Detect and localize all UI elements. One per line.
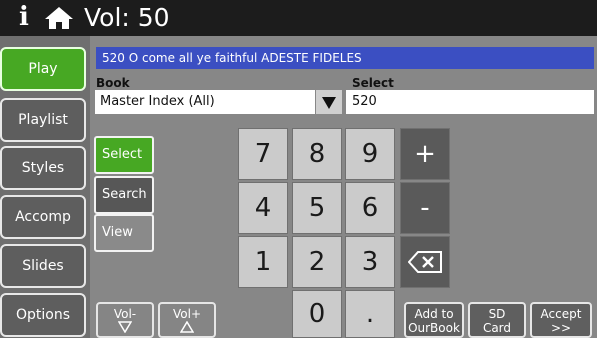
chevron-down-icon: [322, 97, 336, 109]
volume-up-label: Vol+: [172, 307, 201, 321]
key-3[interactable]: 3: [345, 236, 395, 288]
key-2[interactable]: 2: [292, 236, 342, 288]
dropdown-button[interactable]: [316, 90, 342, 114]
key-6[interactable]: 6: [345, 182, 395, 234]
sidebar-options[interactable]: Options: [0, 293, 86, 337]
add-to-label: Add to: [414, 307, 454, 321]
volume-readout: Vol: 50: [84, 3, 170, 32]
home-icon[interactable]: [44, 6, 74, 30]
key-minus[interactable]: -: [400, 182, 450, 234]
triangle-up-icon: [179, 320, 195, 333]
sidebar-playlist[interactable]: Playlist: [0, 98, 86, 142]
mode-search-button[interactable]: Search: [94, 176, 154, 214]
volume-down-button[interactable]: Vol-: [96, 302, 154, 338]
mode-select-button[interactable]: Select: [94, 136, 154, 174]
current-hymn-banner: 520 O come all ye faithful ADESTE FIDELE…: [96, 47, 594, 69]
triangle-down-icon: [117, 321, 133, 334]
volume-up-button[interactable]: Vol+: [158, 302, 216, 338]
sidebar-play[interactable]: Play: [0, 47, 86, 91]
backspace-key[interactable]: [400, 236, 450, 288]
accept-button[interactable]: Accept >>: [530, 302, 592, 338]
select-label: Select: [352, 76, 394, 90]
key-8[interactable]: 8: [292, 128, 342, 180]
key-dot[interactable]: .: [345, 290, 395, 338]
sidebar-accomp[interactable]: Accomp: [0, 195, 86, 239]
add-to-ourbook-button[interactable]: Add to OurBook: [404, 302, 464, 338]
select-field[interactable]: 520: [346, 90, 594, 114]
sd-card-button[interactable]: SD Card: [468, 302, 526, 338]
sd-label: SD: [488, 307, 506, 321]
backspace-icon: [408, 251, 442, 273]
top-bar: i Vol: 50: [0, 0, 597, 36]
sidebar: Play Playlist Styles Accomp Slides Optio…: [0, 36, 90, 338]
key-plus[interactable]: +: [400, 128, 450, 180]
info-icon[interactable]: i: [14, 2, 34, 32]
sidebar-slides[interactable]: Slides: [0, 244, 86, 288]
sidebar-styles[interactable]: Styles: [0, 146, 86, 190]
book-dropdown[interactable]: Master Index (All): [95, 90, 315, 114]
card-label: Card: [482, 321, 512, 335]
ourbook-label: OurBook: [408, 321, 460, 335]
accept-arrows-label: >>: [550, 321, 572, 335]
accept-label: Accept: [540, 307, 582, 321]
key-0[interactable]: 0: [292, 290, 342, 338]
key-5[interactable]: 5: [292, 182, 342, 234]
mode-view-button[interactable]: View: [94, 214, 154, 252]
key-9[interactable]: 9: [345, 128, 395, 180]
key-4[interactable]: 4: [238, 182, 288, 234]
key-1[interactable]: 1: [238, 236, 288, 288]
book-label: Book: [96, 76, 130, 90]
key-7[interactable]: 7: [238, 128, 288, 180]
volume-down-label: Vol-: [113, 307, 137, 321]
